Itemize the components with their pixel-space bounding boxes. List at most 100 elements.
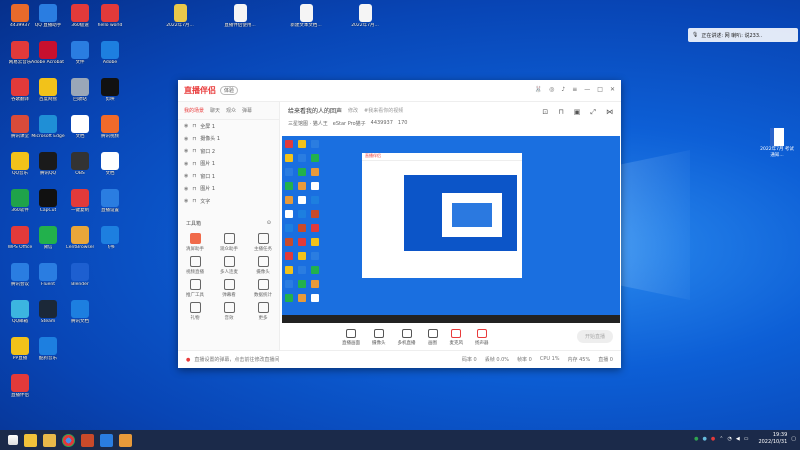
- tool-item[interactable]: 弹幕看: [212, 278, 246, 298]
- desktop-icon[interactable]: Steam: [32, 300, 64, 330]
- live-app-taskbar-icon[interactable]: [119, 433, 132, 447]
- media-icon[interactable]: [81, 433, 94, 447]
- tool-item[interactable]: 音效: [212, 301, 246, 321]
- volume-icon[interactable]: ◀: [736, 436, 740, 442]
- desktop-file[interactable]: 新建文本文档...: [286, 4, 326, 34]
- tool-item[interactable]: 礼物: [178, 301, 212, 321]
- scene-item[interactable]: ◉ ⊓ 图片 1: [178, 183, 279, 196]
- tab-scenes[interactable]: 我的场景: [184, 107, 204, 114]
- stream-tag[interactable]: #我来看你的视频: [364, 107, 403, 114]
- lock-icon[interactable]: ⊓: [192, 123, 196, 129]
- eye-icon[interactable]: ◉: [184, 173, 188, 179]
- desktop-icon[interactable]: 微信: [32, 226, 64, 256]
- minimize-icon[interactable]: —: [584, 86, 590, 93]
- tray-app-icon[interactable]: ●: [703, 436, 707, 442]
- desktop-icon[interactable]: 腾讯视频: [94, 115, 126, 145]
- scene-item[interactable]: ◉ ⊓ 文字: [178, 195, 279, 208]
- scene-item[interactable]: ◉ ⊓ 摄像头 1: [178, 133, 279, 146]
- desktop-icon[interactable]: 百度网盘: [32, 78, 64, 108]
- desktop-icon[interactable]: Blender: [64, 263, 96, 293]
- chrome-icon[interactable]: [62, 433, 75, 447]
- lock-icon[interactable]: ⊓: [192, 198, 196, 204]
- tab-danmaku[interactable]: 弹幕: [242, 107, 252, 114]
- close-icon[interactable]: ✕: [610, 86, 615, 93]
- desktop-file[interactable]: 2022年7月...: [160, 4, 200, 34]
- desktop-icon[interactable]: 腾讯QQ: [32, 152, 64, 182]
- lock-icon[interactable]: ⊓: [192, 148, 196, 154]
- desktop-icon[interactable]: 酷狗音乐: [32, 337, 64, 367]
- headset-icon[interactable]: ◎: [549, 86, 554, 93]
- source-control[interactable]: 摄像头: [372, 328, 386, 346]
- tool-item[interactable]: 多人连麦: [212, 255, 246, 275]
- bell-icon[interactable]: ♪: [561, 86, 565, 93]
- share-icon[interactable]: ⋈: [606, 108, 613, 117]
- eye-icon[interactable]: ◉: [184, 198, 188, 204]
- source-control[interactable]: 扬声器: [475, 328, 489, 346]
- desktop-icon[interactable]: CentBrowser: [64, 226, 96, 256]
- layout-icon[interactable]: ▣: [574, 108, 581, 117]
- clock[interactable]: 19:39 2022/10/31: [758, 432, 787, 446]
- tool-item[interactable]: 更多: [246, 301, 280, 321]
- desktop-icon[interactable]: 文件: [64, 41, 96, 71]
- desktop-doc-right[interactable]: 2022年7月 考试通知...: [760, 128, 794, 158]
- tab-viewers[interactable]: 观众: [226, 107, 236, 114]
- tray-app-icon[interactable]: ●: [694, 436, 698, 442]
- tool-item[interactable]: 观众助手: [212, 232, 246, 252]
- app-icon[interactable]: [100, 433, 113, 447]
- desktop-icon[interactable]: QQ 直播助手: [32, 4, 64, 34]
- source-control[interactable]: 多机直播: [398, 328, 416, 346]
- lock-icon[interactable]: ⊓: [558, 108, 563, 117]
- desktop-file[interactable]: 2022年7月...: [345, 4, 385, 34]
- desktop-icon[interactable]: 剪映: [94, 78, 126, 108]
- scene-item[interactable]: ◉ ⊓ 全屏 1: [178, 120, 279, 133]
- live-preview[interactable]: 直播伴侣: [282, 136, 620, 323]
- desktop-icon[interactable]: 腾讯文档: [64, 300, 96, 330]
- more-icon[interactable]: ⊙: [267, 220, 271, 227]
- eye-icon[interactable]: ◉: [184, 148, 188, 154]
- desktop-icon[interactable]: 飞书: [94, 226, 126, 256]
- menu-icon[interactable]: ≡: [572, 86, 577, 93]
- avatar-icon[interactable]: 🐰: [535, 86, 542, 93]
- tray-app-icon[interactable]: ●: [711, 436, 715, 442]
- scene-item[interactable]: ◉ ⊓ 窗口 1: [178, 170, 279, 183]
- tool-item[interactable]: 数据统计: [246, 278, 280, 298]
- narrator-notification[interactable]: 🎙 正在讲述: 网 喇叭: 说233..: [688, 28, 798, 42]
- eye-icon[interactable]: ◉: [184, 123, 188, 129]
- version-badge[interactable]: 体验: [220, 86, 239, 95]
- folder-icon[interactable]: [43, 433, 56, 447]
- wifi-icon[interactable]: ◔: [727, 436, 731, 442]
- desktop-icon[interactable]: OBS: [64, 152, 96, 182]
- notice-text[interactable]: 直播设置的弹幕，点击前往修改直播间: [194, 356, 279, 363]
- start-live-button[interactable]: 开始直播: [577, 330, 613, 343]
- desktop-icon[interactable]: 文档: [64, 115, 96, 145]
- eye-icon[interactable]: ◉: [184, 161, 188, 167]
- battery-icon[interactable]: ▭: [744, 436, 749, 442]
- tool-item[interactable]: 主播任务: [246, 232, 280, 252]
- tab-chat[interactable]: 聊天: [210, 107, 220, 114]
- desktop-icon[interactable]: Fluent: [32, 263, 64, 293]
- desktop-file[interactable]: 直播伴侣使用...: [220, 4, 260, 34]
- desktop-icon[interactable]: CapCut: [32, 189, 64, 219]
- source-control[interactable]: 麦克风: [450, 328, 463, 346]
- record-icon[interactable]: ⊡: [542, 108, 548, 117]
- notification-center-icon[interactable]: ▢: [791, 436, 796, 442]
- fullscreen-icon[interactable]: ⤢: [590, 108, 596, 117]
- eye-icon[interactable]: ◉: [184, 136, 188, 142]
- desktop-icon[interactable]: Adobe: [94, 41, 126, 71]
- tool-item[interactable]: 视频直播: [178, 255, 212, 275]
- tool-item[interactable]: 清屏助手: [178, 232, 212, 252]
- edit-link[interactable]: 修改: [348, 107, 358, 114]
- lock-icon[interactable]: ⊓: [192, 161, 196, 167]
- lock-icon[interactable]: ⊓: [192, 136, 196, 142]
- tool-item[interactable]: 摄像头: [246, 255, 280, 275]
- desktop-icon[interactable]: 一键复制: [64, 189, 96, 219]
- lock-icon[interactable]: ⊓: [192, 186, 196, 192]
- tool-item[interactable]: 推广工具: [178, 278, 212, 298]
- scene-item[interactable]: ◉ ⊓ 窗口 2: [178, 145, 279, 158]
- desktop-icon[interactable]: hello world: [94, 4, 126, 34]
- scene-item[interactable]: ◉ ⊓ 图片 1: [178, 158, 279, 171]
- desktop-icon[interactable]: 360极速: [64, 4, 96, 34]
- lock-icon[interactable]: ⊓: [192, 173, 196, 179]
- stream-title[interactable]: 给来看我的人的回声: [288, 106, 342, 115]
- desktop-icon[interactable]: 回收站: [64, 78, 96, 108]
